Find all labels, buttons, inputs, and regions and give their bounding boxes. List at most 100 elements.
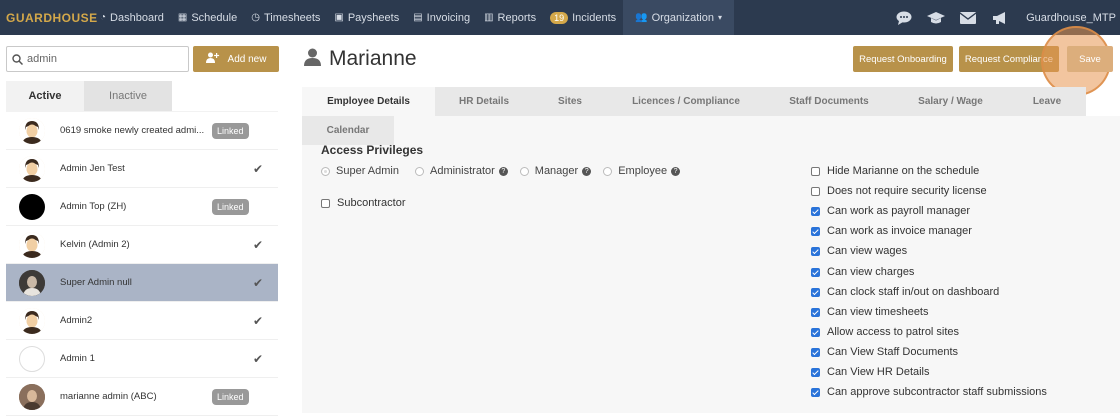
nav-dashboard[interactable]: ◔ Dashboard <box>93 0 171 35</box>
subcontractor-label: Subcontractor <box>337 197 406 209</box>
permission-checkbox[interactable] <box>811 226 820 236</box>
role-radio-group: Super Admin Administrator? Manager? Empl… <box>321 165 692 177</box>
permission-checkbox[interactable] <box>811 287 820 297</box>
nav-paysheets[interactable]: ▣ Paysheets <box>327 0 406 35</box>
staff-row[interactable]: 0619 smoke newly created admi... Linked <box>6 112 278 150</box>
radio-button[interactable] <box>321 166 330 176</box>
staff-name: marianne admin (ABC) <box>60 391 157 402</box>
top-navbar: GUARDHOUSE ◔ Dashboard ▦ Schedule ◷ Timeshe… <box>0 0 1120 35</box>
permission-label: Can view wages <box>827 245 908 257</box>
brand-logo[interactable]: GUARDHOUSE <box>0 11 97 25</box>
tab-licences-compliance[interactable]: Licences / Compliance <box>607 87 765 116</box>
permission-checkbox[interactable] <box>811 166 820 176</box>
avatar <box>19 345 45 372</box>
caret-down-icon: ▾ <box>717 13 722 22</box>
staff-row[interactable]: Admin 1 ✔ <box>6 340 278 378</box>
permission-row[interactable]: Can work as invoice manager <box>811 225 972 237</box>
graduation-cap-icon[interactable] <box>920 0 952 35</box>
tab-calendar[interactable]: Calendar <box>302 116 394 145</box>
permission-row[interactable]: Can View Staff Documents <box>811 346 958 358</box>
role-manager[interactable]: Manager? <box>519 165 603 177</box>
employee-tabs: Employee Details HR Details Sites Licenc… <box>302 87 1086 116</box>
permission-row[interactable]: Does not require security license <box>811 185 987 197</box>
permission-row[interactable]: Can view timesheets <box>811 306 929 318</box>
nav-reports[interactable]: ▥ Reports <box>477 0 543 35</box>
avatar <box>19 155 45 182</box>
avatar <box>19 117 45 144</box>
tab-staff-documents[interactable]: Staff Documents <box>765 87 893 116</box>
nav-incidents[interactable]: 19 Incidents <box>543 0 623 35</box>
subcontractor-checkbox[interactable] <box>321 198 330 208</box>
add-user-icon <box>205 52 220 66</box>
role-employee[interactable]: Employee? <box>603 165 692 177</box>
staff-row[interactable]: Admin Top (ZH) Linked <box>6 188 278 226</box>
staff-row-selected[interactable]: Super Admin null ✔ <box>6 264 278 302</box>
radio-button[interactable] <box>603 166 613 176</box>
tab-leave[interactable]: Leave <box>1008 87 1086 116</box>
nav-timesheets[interactable]: ◷ Timesheets <box>244 0 327 35</box>
role-administrator[interactable]: Administrator? <box>414 165 520 177</box>
staff-name: 0619 smoke newly created admi... <box>60 125 205 136</box>
search-icon <box>7 53 27 65</box>
employee-details-panel <box>302 116 1120 413</box>
permission-row[interactable]: Can approve subcontractor staff submissi… <box>811 386 1047 398</box>
megaphone-icon[interactable] <box>984 0 1016 35</box>
nav-timesheets-label: Timesheets <box>263 11 321 24</box>
permission-row[interactable]: Can View HR Details <box>811 366 930 378</box>
request-onboarding-button[interactable]: Request Onboarding <box>853 46 953 72</box>
tab-employee-details[interactable]: Employee Details <box>302 87 435 116</box>
permission-checkbox[interactable] <box>811 186 820 196</box>
radio-button[interactable] <box>519 166 529 176</box>
add-new-button[interactable]: Add new <box>193 46 279 72</box>
mail-icon[interactable] <box>952 0 984 35</box>
tab-hr-details[interactable]: HR Details <box>435 87 533 116</box>
permission-checkbox[interactable] <box>811 246 820 256</box>
nav-invoicing[interactable]: ▤ Invoicing <box>406 0 477 35</box>
search-field[interactable] <box>6 46 189 72</box>
help-icon[interactable]: ? <box>671 166 681 176</box>
staff-name: Super Admin null <box>60 277 132 288</box>
permission-checkbox[interactable] <box>811 387 820 397</box>
help-icon[interactable]: ? <box>498 166 508 176</box>
nav-organization-label: Organization <box>651 11 714 24</box>
permission-checkbox[interactable] <box>811 347 820 357</box>
permission-checkbox[interactable] <box>811 327 820 337</box>
permission-row[interactable]: Can clock staff in/out on dashboard <box>811 286 999 298</box>
add-new-label: Add new <box>227 53 267 65</box>
radio-button[interactable] <box>414 166 424 176</box>
permission-row[interactable]: Can view wages <box>811 245 907 257</box>
staff-list: 0619 smoke newly created admi... Linked … <box>6 112 278 416</box>
permission-row[interactable]: Allow access to patrol sites <box>811 326 959 338</box>
invoice-icon: ▤ <box>413 12 423 23</box>
tab-sites[interactable]: Sites <box>533 87 607 116</box>
staff-row[interactable]: Admin2 ✔ <box>6 302 278 340</box>
permission-checkbox[interactable] <box>811 206 820 216</box>
search-input[interactable] <box>27 53 177 65</box>
permission-row[interactable]: Can work as payroll manager <box>811 205 970 217</box>
permission-checkbox[interactable] <box>811 307 820 317</box>
permission-row[interactable]: Hide Marianne on the schedule <box>811 165 979 177</box>
tab-salary-wage[interactable]: Salary / Wage <box>893 87 1008 116</box>
chat-icon[interactable] <box>888 0 920 35</box>
nav-schedule[interactable]: ▦ Schedule <box>171 0 244 35</box>
check-icon: ✔ <box>253 275 264 290</box>
role-super-admin[interactable]: Super Admin <box>321 165 415 177</box>
user-icon <box>304 48 321 71</box>
permission-checkbox[interactable] <box>811 367 820 377</box>
permission-row[interactable]: Can view charges <box>811 266 914 278</box>
subcontractor-checkbox-row[interactable]: Subcontractor <box>321 197 405 209</box>
nav-invoicing-label: Invoicing <box>426 11 471 24</box>
role-label: Administrator <box>429 165 495 177</box>
user-menu[interactable]: Guardhouse_MTP <box>1016 12 1120 24</box>
nav-organization[interactable]: 👥 Organization ▾ <box>623 0 734 35</box>
save-button[interactable]: Save <box>1067 46 1113 72</box>
staff-name: Kelvin (Admin 2) <box>60 239 130 250</box>
staff-row[interactable]: Admin Jen Test ✔ <box>6 150 278 188</box>
permission-checkbox[interactable] <box>811 267 820 277</box>
tab-active[interactable]: Active <box>6 81 84 111</box>
permission-label: Can clock staff in/out on dashboard <box>827 286 1000 298</box>
tab-inactive[interactable]: Inactive <box>84 81 172 111</box>
staff-row[interactable]: Kelvin (Admin 2) ✔ <box>6 226 278 264</box>
staff-row[interactable]: marianne admin (ABC) Linked <box>6 378 278 416</box>
help-icon[interactable]: ? <box>582 166 592 176</box>
